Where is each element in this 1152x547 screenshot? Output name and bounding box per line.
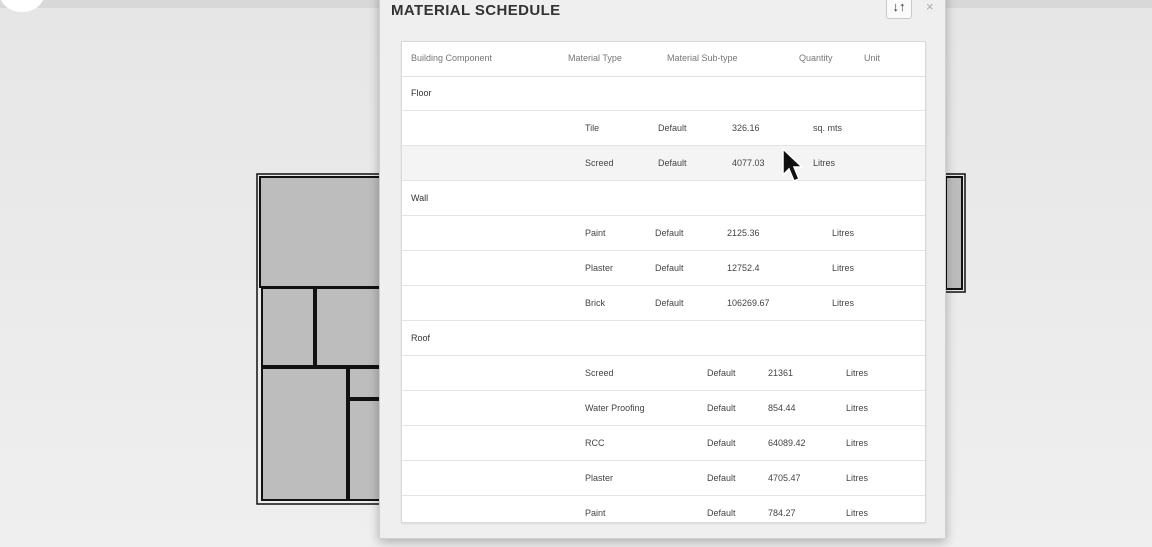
material-type: Screed (585, 158, 614, 168)
table-row[interactable]: Tile Default 326.16 sq. mts (402, 111, 925, 146)
header-building-component[interactable]: Building Component (411, 53, 492, 63)
header-unit[interactable]: Unit (864, 53, 880, 63)
material-subtype: Default (707, 403, 736, 413)
table-row[interactable]: Water Proofing Default 854.44 Litres (402, 391, 925, 426)
header-material-subtype[interactable]: Material Sub-type (667, 53, 738, 63)
table-row[interactable]: Paint Default 784.27 Litres (402, 496, 925, 522)
group-row-roof[interactable]: Roof (402, 321, 925, 356)
table-row[interactable]: Plaster Default 12752.4 Litres (402, 251, 925, 286)
material-subtype: Default (655, 263, 684, 273)
material-type: Tile (585, 123, 600, 133)
unit: Litres (832, 263, 855, 273)
quantity: 2125.36 (727, 228, 760, 238)
quantity: 326.16 (732, 123, 760, 133)
quantity: 12752.4 (727, 263, 760, 273)
quantity: 4705.47 (768, 473, 801, 483)
material-subtype: Default (707, 438, 736, 448)
unit: Litres (813, 158, 836, 168)
room-1[interactable] (259, 176, 381, 288)
quantity: 64089.42 (768, 438, 806, 448)
material-subtype: Default (707, 473, 736, 483)
material-type: Paint (585, 508, 606, 518)
quantity: 854.44 (768, 403, 796, 413)
unit: Litres (832, 298, 855, 308)
material-type: Plaster (585, 263, 614, 273)
quantity: 4077.03 (732, 158, 765, 168)
table-row[interactable]: Plaster Default 4705.47 Litres (402, 461, 925, 496)
component-label: Wall (411, 193, 429, 203)
room-5[interactable] (348, 367, 381, 399)
material-subtype: Default (655, 298, 684, 308)
material-type: Brick (585, 298, 605, 308)
material-type: Paint (585, 228, 606, 238)
material-type: Plaster (585, 473, 614, 483)
mouse-cursor-icon (782, 147, 804, 182)
schedule-table: Building Component Material Type Materia… (401, 41, 926, 523)
room-7[interactable] (945, 176, 963, 290)
material-subtype: Default (707, 368, 736, 378)
material-type: RCC (585, 438, 605, 448)
room-6[interactable] (348, 399, 381, 501)
unit: sq. mts (813, 123, 843, 133)
unit: Litres (846, 403, 869, 413)
table-header: Building Component Material Type Materia… (402, 42, 925, 77)
material-subtype: Default (658, 123, 687, 133)
table-row[interactable]: Screed Default 4077.03 Litres (402, 146, 925, 181)
room-3[interactable] (315, 287, 381, 367)
table-row[interactable]: Paint Default 2125.36 Litres (402, 216, 925, 251)
quantity: 21361 (768, 368, 794, 378)
table-row[interactable]: RCC Default 64089.42 Litres (402, 426, 925, 461)
unit: Litres (846, 438, 869, 448)
unit: Litres (846, 473, 869, 483)
unit: Litres (846, 368, 869, 378)
header-quantity[interactable]: Quantity (799, 53, 833, 63)
dialog-title: MATERIAL SCHEDULE (391, 2, 561, 19)
component-label: Floor (411, 88, 432, 98)
material-type: Water Proofing (585, 403, 645, 413)
table-row[interactable]: Brick Default 106269.67 Litres (402, 286, 925, 321)
close-icon[interactable]: × (926, 0, 934, 14)
sort-icon: ↓↑ (892, 0, 906, 14)
group-row-floor[interactable]: Floor (402, 76, 925, 111)
material-subtype: Default (707, 508, 736, 518)
material-subtype: Default (658, 158, 687, 168)
unit: Litres (846, 508, 869, 518)
quantity: 784.27 (768, 508, 796, 518)
header-material-type[interactable]: Material Type (568, 53, 622, 63)
material-subtype: Default (655, 228, 684, 238)
sort-button[interactable]: ↓↑ (886, 0, 912, 19)
material-schedule-dialog: MATERIAL SCHEDULE ↓↑ × Building Componen… (379, 0, 946, 539)
room-4[interactable] (261, 367, 348, 501)
quantity: 106269.67 (727, 298, 770, 308)
group-row-wall[interactable]: Wall (402, 181, 925, 216)
room-2[interactable] (261, 287, 315, 367)
component-label: Roof (411, 333, 431, 343)
material-type: Screed (585, 368, 614, 378)
table-row[interactable]: Screed Default 21361 Litres (402, 356, 925, 391)
unit: Litres (832, 228, 855, 238)
